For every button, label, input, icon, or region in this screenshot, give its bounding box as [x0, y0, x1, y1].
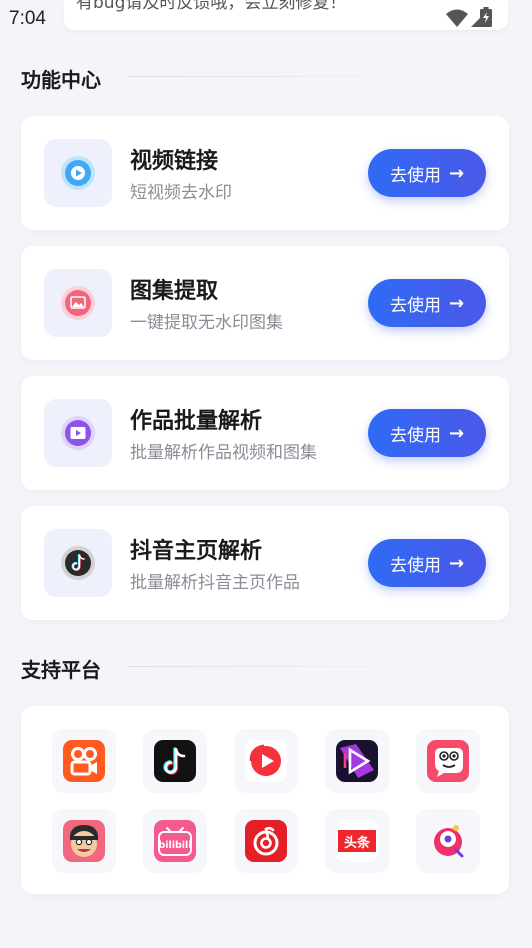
feature-subtitle: 短视频去水印: [130, 183, 232, 203]
video-player-icon[interactable]: [325, 729, 389, 793]
use-button-label: 去使用: [389, 165, 441, 186]
feature-title: 视频链接: [130, 149, 219, 174]
arrow-right-icon: →: [448, 422, 465, 444]
feature-title: 抖音主页解析: [130, 539, 263, 564]
toutiao-icon[interactable]: 头条: [325, 809, 389, 873]
feature-card-douyin-home[interactable]: 抖音主页解析 批量解析抖音主页作品 去使用 →: [21, 506, 509, 620]
status-time: 7:04: [9, 8, 46, 29]
film-icon: [44, 399, 112, 467]
use-button-douyin-home[interactable]: 去使用 →: [368, 539, 486, 587]
feature-subtitle: 批量解析抖音主页作品: [130, 573, 300, 593]
status-bar: 有bug请及时反馈哦，会立刻修复！ 7:04: [0, 0, 532, 34]
feature-subtitle: 批量解析作品视频和图集: [130, 443, 317, 463]
section-divider: [127, 666, 447, 667]
douyin-icon[interactable]: [143, 729, 207, 793]
bilibili-icon[interactable]: bilibili: [143, 809, 207, 873]
use-button-video-link[interactable]: 去使用 →: [368, 149, 486, 197]
feature-section-title: 功能中心: [21, 68, 101, 92]
wifi-icon: [446, 9, 468, 27]
top-notice-text: 有bug请及时反馈哦，会立刻修复！: [76, 0, 347, 13]
use-button-label: 去使用: [389, 555, 441, 576]
feature-card-batch-parse[interactable]: 作品批量解析 批量解析作品视频和图集 去使用 →: [21, 376, 509, 490]
tiktok-icon: [44, 529, 112, 597]
image-icon: [44, 269, 112, 337]
feature-title: 作品批量解析: [130, 409, 263, 434]
section-divider: [127, 76, 447, 77]
arrow-right-icon: →: [448, 162, 465, 184]
feature-title: 图集提取: [130, 279, 219, 304]
toutiao-logo-text: 头条: [344, 835, 371, 851]
face-avatar-icon[interactable]: [52, 809, 116, 873]
zuiyou-icon[interactable]: [416, 809, 480, 873]
arrow-right-icon: →: [448, 292, 465, 314]
platform-section-title: 支持平台: [21, 658, 101, 682]
feature-card-video-link[interactable]: 视频链接 短视频去水印 去使用 →: [21, 116, 509, 230]
pipixia-icon[interactable]: [416, 729, 480, 793]
netease-music-icon[interactable]: [234, 809, 298, 873]
use-button-gallery[interactable]: 去使用 →: [368, 279, 486, 327]
feature-card-gallery[interactable]: 图集提取 一键提取无水印图集 去使用 →: [21, 246, 509, 360]
feature-subtitle: 一键提取无水印图集: [130, 313, 283, 333]
top-notice-sheet: 有bug请及时反馈哦，会立刻修复！: [64, 0, 508, 30]
weishi-icon[interactable]: [234, 729, 298, 793]
bilibili-logo-text: bilibili: [158, 840, 191, 851]
arrow-right-icon: →: [448, 552, 465, 574]
battery-icon: [480, 7, 492, 27]
platform-grid: bilibili 头条: [21, 706, 509, 894]
use-button-label: 去使用: [389, 425, 441, 446]
use-button-batch-parse[interactable]: 去使用 →: [368, 409, 486, 457]
video-play-icon: [44, 139, 112, 207]
kuaishou-icon[interactable]: [52, 729, 116, 793]
use-button-label: 去使用: [389, 295, 441, 316]
